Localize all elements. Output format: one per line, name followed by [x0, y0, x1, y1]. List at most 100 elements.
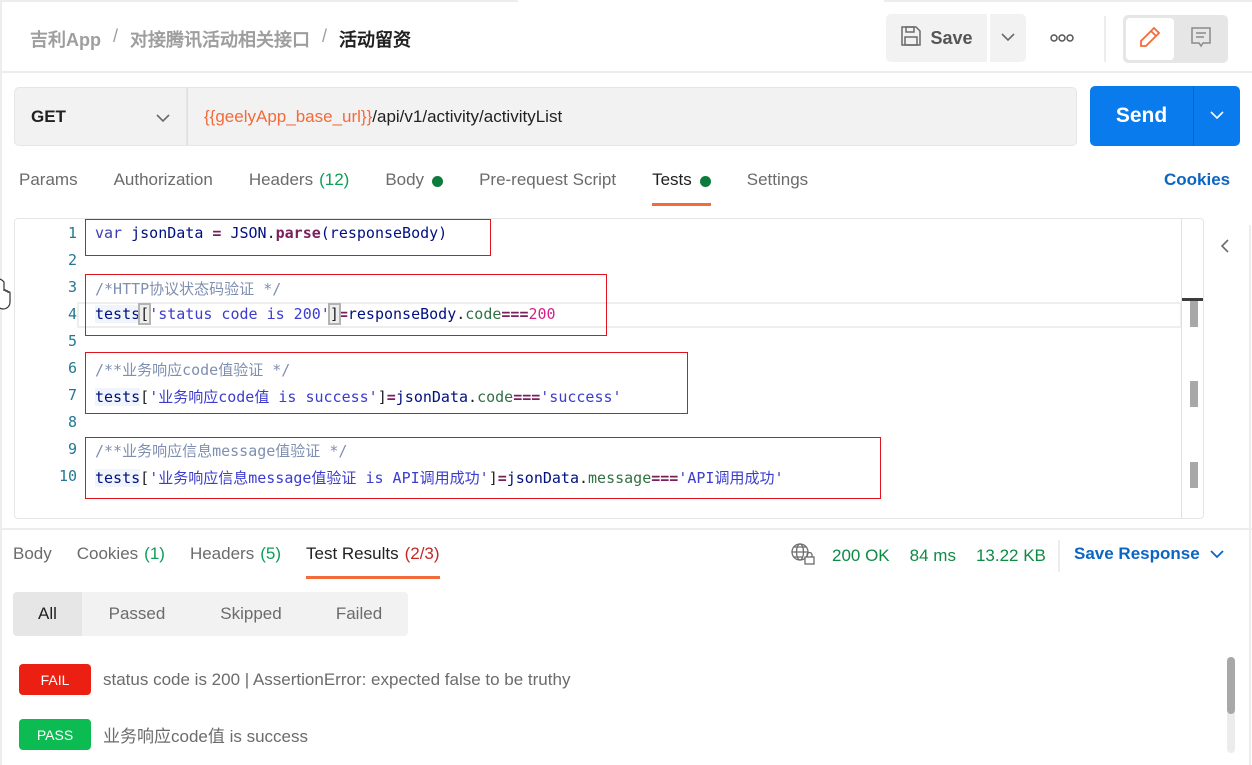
filter-all[interactable]: All: [13, 592, 82, 636]
comments-mode-button[interactable]: [1177, 18, 1225, 60]
http-method-select[interactable]: GET: [14, 87, 187, 146]
tab-params[interactable]: Params: [19, 170, 78, 206]
editor-scrollbar[interactable]: [1181, 219, 1203, 518]
cookies-link[interactable]: Cookies: [1164, 170, 1230, 190]
response-size[interactable]: 13.22 KB: [976, 546, 1046, 566]
hand-cursor-icon: [0, 278, 18, 317]
more-actions-button[interactable]: [1040, 14, 1084, 62]
response-status[interactable]: 200 OK: [832, 546, 890, 566]
pane-resize-divider[interactable]: [0, 528, 1252, 530]
chevron-down-icon: [1001, 29, 1015, 47]
breadcrumb: 吉利App / 对接腾讯活动相关接口 / 活动留资: [30, 26, 411, 52]
token-string: '业务响应信息message值验证 is API调用成功': [149, 469, 489, 487]
tab-response-body[interactable]: Body: [13, 544, 52, 579]
token-dot: .: [468, 388, 478, 406]
tab-count: (1): [144, 544, 165, 563]
token-tests: tests: [95, 469, 141, 487]
token-keyword: var: [95, 224, 123, 242]
tab-test-results[interactable]: Test Results (2/3): [306, 544, 440, 579]
filter-failed[interactable]: Failed: [310, 592, 408, 636]
token-object: responseBody: [347, 305, 457, 323]
expand-sidebar-button[interactable]: [1220, 238, 1230, 259]
http-method-value: GET: [31, 106, 66, 126]
line-number: 4: [67, 305, 77, 323]
tab-label: Pre-request Script: [479, 170, 617, 189]
token-string: 'API调用成功': [678, 469, 784, 487]
send-button[interactable]: Send: [1090, 86, 1193, 146]
token-object: JSON: [230, 224, 267, 242]
chevron-down-icon: [156, 108, 170, 128]
window-left-border: [0, 0, 2, 765]
tab-label: Headers: [248, 170, 314, 189]
request-header: 吉利App / 对接腾讯活动相关接口 / 活动留资 Save: [0, 2, 1252, 73]
tests-code-editor[interactable]: 1 2 3 4 5 6 7 8 9 10 var jsonData = JSON…: [14, 218, 1204, 519]
token-operator: =: [338, 305, 348, 323]
token-bracket: ]: [488, 469, 498, 487]
code-line-3: /*HTTP协议状态码验证 */: [95, 280, 282, 298]
token-operator: ===: [501, 305, 529, 323]
line-number: 7: [67, 386, 77, 404]
response-meta: 200 OK 84 ms 13.22 KB: [790, 542, 1066, 571]
line-number: 5: [67, 332, 77, 350]
tab-settings[interactable]: Settings: [747, 170, 808, 206]
tab-body[interactable]: Body: [385, 170, 444, 206]
response-time[interactable]: 84 ms: [910, 546, 956, 566]
tab-response-cookies[interactable]: Cookies (1): [77, 544, 165, 579]
globe-lock-icon[interactable]: [790, 542, 816, 571]
tab-count: (12): [319, 170, 350, 189]
tab-pre-request-script[interactable]: Pre-request Script: [479, 170, 616, 206]
token-args: (responseBody): [320, 224, 448, 242]
send-options-dropdown[interactable]: [1193, 86, 1240, 146]
line-number: 6: [67, 359, 77, 377]
breadcrumb-folder[interactable]: 对接腾讯活动相关接口: [130, 26, 310, 52]
chevron-down-icon: [1210, 544, 1224, 564]
token-property: message: [588, 469, 652, 487]
token-dot: .: [266, 224, 276, 242]
tab-label: Body: [13, 544, 52, 563]
token-string: '业务响应code值 is success': [149, 388, 378, 406]
token-function: parse: [275, 224, 321, 242]
tab-label: Settings: [746, 170, 809, 189]
tab-label: Params: [19, 170, 78, 189]
line-number: 3: [67, 278, 77, 296]
token-bracket: ]: [327, 303, 341, 325]
tab-label: Authorization: [113, 170, 213, 189]
tab-response-headers[interactable]: Headers (5): [190, 544, 281, 579]
line-number: 2: [67, 251, 77, 269]
code-line-7: tests['业务响应code值 is success']=jsonData.c…: [95, 386, 622, 407]
save-response-button[interactable]: Save Response: [1074, 544, 1224, 564]
token-tests: tests: [95, 305, 141, 323]
results-scrollbar-thumb[interactable]: [1227, 657, 1235, 714]
filter-passed[interactable]: Passed: [82, 592, 192, 636]
edit-mode-button[interactable]: [1126, 18, 1174, 60]
scroll-marker: [1190, 462, 1198, 488]
save-options-dropdown[interactable]: [990, 14, 1026, 62]
panel-right-border: [1249, 225, 1251, 765]
line-number: 8: [67, 413, 77, 431]
test-result-text: status code is 200 | AssertionError: exp…: [103, 669, 571, 689]
breadcrumb-request-name[interactable]: 活动留资: [339, 26, 411, 52]
breadcrumb-collection[interactable]: 吉利App: [30, 26, 101, 52]
token-variable: jsonData: [131, 224, 204, 242]
test-result-item: PASS 业务响应code值 is success: [19, 719, 308, 750]
tab-tests[interactable]: Tests: [652, 170, 711, 206]
send-button-group: Send: [1090, 86, 1240, 146]
tab-authorization[interactable]: Authorization: [114, 170, 213, 206]
code-line-10: tests['业务响应信息message值验证 is API调用成功']=jso…: [95, 467, 784, 488]
code-line-9: /**业务响应信息message值验证 */: [95, 442, 348, 460]
url-input[interactable]: {{geelyApp_base_url}}/api/v1/activity/ac…: [187, 87, 1077, 146]
token-dot: .: [579, 469, 589, 487]
filter-skipped[interactable]: Skipped: [192, 592, 310, 636]
tab-headers[interactable]: Headers (12): [249, 170, 350, 206]
code-line-4: tests['status code is 200']=responseBody…: [95, 303, 556, 325]
line-number: 1: [67, 224, 77, 242]
token-tests: tests: [95, 388, 141, 406]
token-bracket: [: [140, 469, 150, 487]
header-divider: [1104, 16, 1106, 62]
chevron-left-icon: [1220, 239, 1230, 258]
save-button[interactable]: Save: [886, 14, 987, 62]
token-operator: =: [386, 388, 396, 406]
pass-badge: PASS: [19, 719, 91, 750]
token-string: 'status code is 200': [149, 305, 330, 323]
token-string: 'success': [540, 388, 622, 406]
